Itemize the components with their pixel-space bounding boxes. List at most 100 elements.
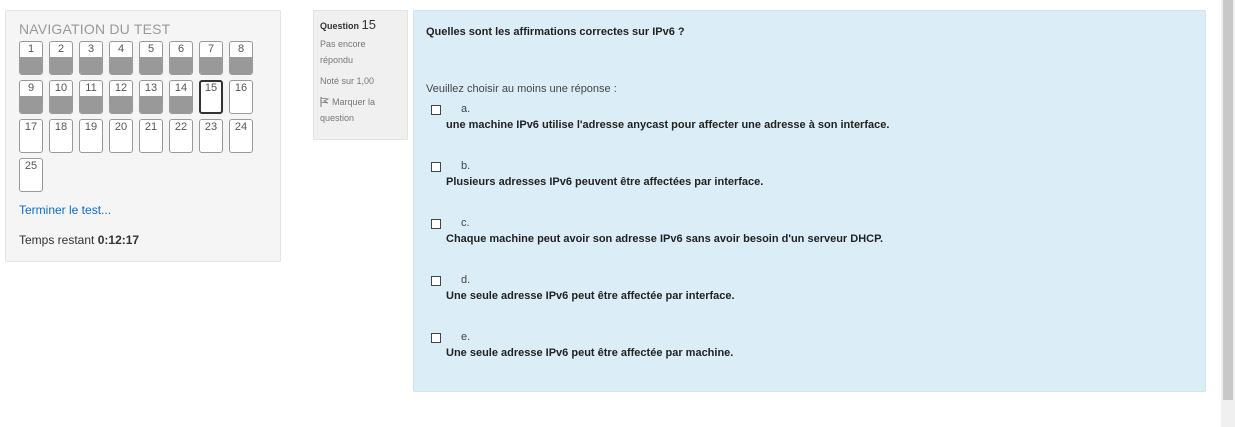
question-nav-button-15[interactable]: 15 — [199, 80, 223, 114]
question-nav-button-18[interactable]: 18 — [49, 119, 73, 153]
question-nav-number: 15 — [204, 82, 218, 94]
question-nav-number: 2 — [57, 43, 65, 55]
question-nav-number: 1 — [27, 43, 35, 55]
quiz-navigation-block: NAVIGATION DU TEST 1 2 3 4 5 6 7 8 9 10 11 12 13 14 15… — [5, 10, 281, 262]
time-remaining: Temps restant 0:12:17 — [19, 233, 139, 247]
answer-letter: d. — [461, 274, 471, 286]
answer-checkbox[interactable] — [431, 105, 441, 115]
answered-indicator — [140, 96, 162, 113]
question-nav-number: 25 — [24, 160, 38, 172]
answer-option-c[interactable]: c. Chaque machine peut avoir son adresse … — [431, 217, 1191, 249]
question-nav-number: 23 — [204, 121, 218, 133]
question-text: Quelles sont les affirmations correctes … — [426, 26, 685, 38]
answer-checkbox[interactable] — [431, 276, 441, 286]
answer-option-e[interactable]: e. Une seule adresse IPv6 peut être affec… — [431, 331, 1191, 363]
answered-indicator — [140, 57, 162, 74]
question-nav-button-19[interactable]: 19 — [79, 119, 103, 153]
question-nav-number: 3 — [87, 43, 95, 55]
answered-indicator — [20, 57, 42, 74]
answer-option-a[interactable]: a. une machine IPv6 utilise l'adresse any… — [431, 103, 1191, 135]
question-nav-number: 12 — [114, 82, 128, 94]
question-nav-button-11[interactable]: 11 — [79, 80, 103, 114]
question-nav-button-12[interactable]: 12 — [109, 80, 133, 114]
question-nav-number: 6 — [177, 43, 185, 55]
answered-indicator — [110, 57, 132, 74]
question-nav-number: 17 — [24, 121, 38, 133]
question-nav-button-7[interactable]: 7 — [199, 41, 223, 75]
flag-icon — [320, 97, 329, 107]
page-scrollbar[interactable] — [1221, 0, 1235, 427]
question-nav-button-25[interactable]: 25 — [19, 158, 43, 192]
answered-indicator — [80, 57, 102, 74]
quiz-navigation-title: NAVIGATION DU TEST — [19, 21, 171, 37]
answered-indicator — [50, 57, 72, 74]
answered-indicator — [80, 96, 102, 113]
question-nav-number: 10 — [54, 82, 68, 94]
scrollbar-thumb[interactable] — [1223, 0, 1233, 400]
question-content: Quelles sont les affirmations correctes … — [413, 10, 1206, 392]
question-state: Pas encore répondu — [320, 39, 366, 65]
answer-checkbox[interactable] — [431, 333, 441, 343]
question-nav-number: 14 — [174, 82, 188, 94]
question-nav-button-9[interactable]: 9 — [19, 80, 43, 114]
question-nav-number: 7 — [207, 43, 215, 55]
question-nav-number: 11 — [85, 82, 97, 94]
answered-indicator — [170, 96, 192, 113]
question-nav-number: 21 — [144, 121, 158, 133]
answer-letter: e. — [461, 331, 471, 343]
question-nav-number: 20 — [114, 121, 128, 133]
answer-text: Chaque machine peut avoir son adresse IP… — [446, 233, 884, 245]
answered-indicator — [230, 57, 252, 74]
question-nav-button-20[interactable]: 20 — [109, 119, 133, 153]
answered-indicator — [200, 57, 222, 74]
answer-text: Une seule adresse IPv6 peut être affecté… — [446, 347, 734, 359]
answer-option-b[interactable]: b. Plusieurs adresses IPv6 peuvent être a… — [431, 160, 1191, 192]
answered-indicator — [110, 96, 132, 113]
question-nav-button-21[interactable]: 21 — [139, 119, 163, 153]
question-number-label: Question 15 — [320, 17, 401, 32]
question-nav-number: 18 — [54, 121, 68, 133]
answered-indicator — [50, 96, 72, 113]
question-nav-button-22[interactable]: 22 — [169, 119, 193, 153]
answer-letter: b. — [461, 160, 471, 172]
question-info-panel: Question 15 Pas encore répondu Noté sur … — [313, 10, 408, 140]
question-nav-button-10[interactable]: 10 — [49, 80, 73, 114]
question-nav-button-2[interactable]: 2 — [49, 41, 73, 75]
question-nav-number: 13 — [144, 82, 158, 94]
question-nav-button-24[interactable]: 24 — [229, 119, 253, 153]
question-nav-button-17[interactable]: 17 — [19, 119, 43, 153]
question-grade: Noté sur 1,00 — [320, 76, 375, 86]
question-label: Question — [320, 21, 360, 31]
question-nav-button-16[interactable]: 16 — [229, 80, 253, 114]
question-nav-button-6[interactable]: 6 — [169, 41, 193, 75]
question-nav-button-4[interactable]: 4 — [109, 41, 133, 75]
timer-value: 0:12:17 — [97, 233, 140, 247]
question-nav-button-5[interactable]: 5 — [139, 41, 163, 75]
question-nav-button-3[interactable]: 3 — [79, 41, 103, 75]
question-nav-number: 16 — [234, 82, 248, 94]
flag-question-button[interactable]: Marquer la question — [320, 94, 401, 126]
timer-label: Temps restant — [19, 233, 95, 247]
question-nav-button-8[interactable]: 8 — [229, 41, 253, 75]
answer-text: Une seule adresse IPv6 peut être affecté… — [446, 290, 735, 302]
answer-option-d[interactable]: d. Une seule adresse IPv6 peut être affec… — [431, 274, 1191, 306]
answer-letter: a. — [461, 103, 471, 115]
question-nav-button-14[interactable]: 14 — [169, 80, 193, 114]
answer-letter: c. — [461, 217, 470, 229]
question-nav-button-23[interactable]: 23 — [199, 119, 223, 153]
answer-text: une machine IPv6 utilise l'adresse anyca… — [446, 119, 890, 131]
question-nav-button-1[interactable]: 1 — [19, 41, 43, 75]
answered-indicator — [170, 57, 192, 74]
question-nav-number: 9 — [27, 82, 35, 94]
question-nav-number: 4 — [117, 43, 125, 55]
question-nav-number: 22 — [174, 121, 188, 133]
question-nav-button-13[interactable]: 13 — [139, 80, 163, 114]
answer-checkbox[interactable] — [431, 219, 441, 229]
question-nav-number: 24 — [234, 121, 248, 133]
answered-indicator — [20, 96, 42, 113]
question-nav-number: 19 — [84, 121, 98, 133]
question-number: 15 — [361, 17, 376, 32]
answer-checkbox[interactable] — [431, 162, 441, 172]
question-nav-number: 5 — [147, 43, 155, 55]
finish-attempt-link[interactable]: Terminer le test... — [19, 203, 111, 217]
